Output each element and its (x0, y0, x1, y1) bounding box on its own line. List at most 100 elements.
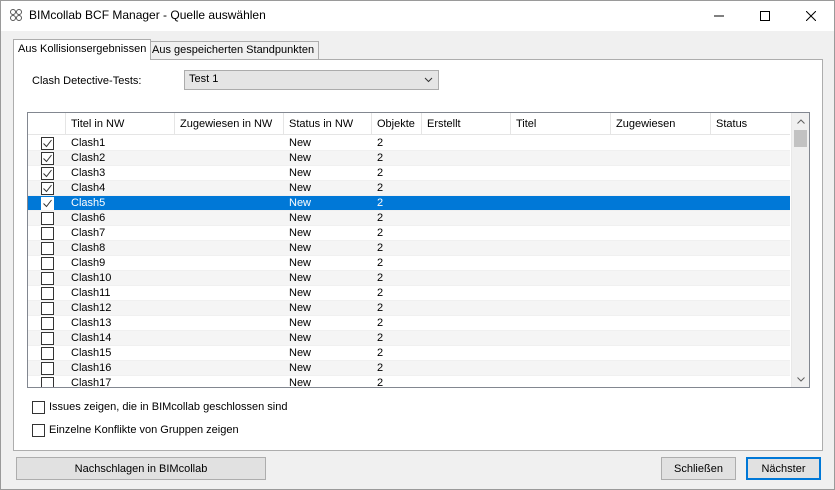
column-header-created[interactable]: Erstellt (422, 113, 511, 135)
cell-assigned-nw (176, 286, 284, 301)
cell-status-nw: New (289, 302, 312, 314)
cell-objects: 2 (377, 257, 384, 269)
cell-assigned-nw (176, 226, 284, 241)
cell-title-nw: Clash7 (71, 227, 106, 239)
vertical-scrollbar[interactable] (791, 113, 809, 387)
column-header-status-nw[interactable]: Status in NW (284, 113, 372, 135)
cell-title-nw: Clash8 (71, 242, 106, 254)
checkmark-icon (43, 199, 52, 208)
table-row[interactable]: Clash9 New 2 (28, 256, 790, 271)
cell-title-nw: Clash6 (71, 212, 106, 224)
cell-status-nw: New (289, 272, 312, 284)
table-row[interactable]: Clash5 New 2 (28, 196, 790, 211)
row-checkbox[interactable] (41, 227, 54, 240)
cell-status-nw: New (289, 137, 312, 149)
show-closed-issues-checkbox[interactable]: Issues zeigen, die in BIMcollab geschlos… (32, 400, 287, 414)
minimize-button[interactable] (696, 1, 742, 31)
cell-title-nw: Clash15 (71, 347, 112, 359)
scroll-down-button[interactable] (792, 371, 809, 387)
row-checkbox[interactable] (41, 287, 54, 300)
clash-grid: Titel in NW Zugewiesen in NW Status in N… (27, 112, 810, 388)
table-row[interactable]: Clash16 New 2 (28, 361, 790, 376)
row-checkbox[interactable] (41, 272, 54, 285)
table-row[interactable]: Clash10 New 2 (28, 271, 790, 286)
row-checkbox[interactable] (41, 137, 54, 150)
cell-status-nw: New (289, 242, 312, 254)
column-header-assigned[interactable]: Zugewiesen (611, 113, 711, 135)
row-checkbox[interactable] (41, 317, 54, 330)
close-icon (806, 11, 816, 21)
checkbox-box (32, 423, 45, 437)
column-header-objects[interactable]: Objekte (372, 113, 422, 135)
column-header-status[interactable]: Status (711, 113, 790, 135)
close-window-button[interactable] (788, 1, 834, 31)
table-row[interactable]: Clash11 New 2 (28, 286, 790, 301)
cell-status-nw: New (289, 332, 312, 344)
cell-title-nw: Clash12 (71, 302, 112, 314)
cell-status-nw: New (289, 257, 312, 269)
scroll-up-button[interactable] (792, 113, 809, 129)
table-row[interactable]: Clash17 New 2 (28, 376, 790, 388)
table-row[interactable]: Clash13 New 2 (28, 316, 790, 331)
table-row[interactable]: Clash3 New 2 (28, 166, 790, 181)
row-checkbox[interactable] (41, 302, 54, 315)
cell-status-nw: New (289, 152, 312, 164)
row-checkbox[interactable] (41, 332, 54, 345)
row-checkbox[interactable] (41, 347, 54, 360)
cell-assigned-nw (176, 211, 284, 226)
row-checkbox[interactable] (41, 167, 54, 180)
maximize-button[interactable] (742, 1, 788, 31)
row-checkbox[interactable] (41, 182, 54, 195)
table-row[interactable]: Clash8 New 2 (28, 241, 790, 256)
row-checkbox[interactable] (41, 197, 54, 210)
cell-objects: 2 (377, 272, 384, 284)
clash-tests-label: Clash Detective-Tests: (32, 75, 142, 87)
cell-assigned-nw (176, 301, 284, 316)
row-checkbox[interactable] (41, 212, 54, 225)
table-row[interactable]: Clash12 New 2 (28, 301, 790, 316)
close-button[interactable]: Schließen (661, 457, 736, 480)
cell-objects: 2 (377, 302, 384, 314)
tab-clash-results[interactable]: Aus Kollisionsergebnissen (13, 39, 152, 60)
column-header-title[interactable]: Titel (511, 113, 611, 135)
cell-assigned-nw (176, 376, 284, 387)
cell-title-nw: Clash4 (71, 182, 106, 194)
bimcollab-logo-icon (10, 9, 22, 21)
checkmark-icon (43, 139, 52, 148)
table-row[interactable]: Clash1 New 2 (28, 136, 790, 151)
cell-objects: 2 (377, 242, 384, 254)
show-closed-issues-label: Issues zeigen, die in BIMcollab geschlos… (49, 401, 288, 413)
column-header-assigned-nw[interactable]: Zugewiesen in NW (175, 113, 284, 135)
column-header-title-nw[interactable]: Titel in NW (66, 113, 175, 135)
column-header-check[interactable] (28, 113, 66, 135)
table-row[interactable]: Clash4 New 2 (28, 181, 790, 196)
table-row[interactable]: Clash14 New 2 (28, 331, 790, 346)
row-checkbox[interactable] (41, 152, 54, 165)
clash-tests-dropdown[interactable]: Test 1 (184, 70, 439, 90)
cell-title-nw: Clash10 (71, 272, 112, 284)
row-checkbox[interactable] (41, 257, 54, 270)
scrollbar-thumb[interactable] (794, 130, 807, 147)
tab-saved-viewpoints[interactable]: Aus gespeicherten Standpunkten (148, 41, 320, 60)
row-checkbox[interactable] (41, 377, 54, 387)
cell-status-nw: New (289, 212, 312, 224)
cell-title-nw: Clash17 (71, 377, 112, 388)
lookup-bimcollab-button[interactable]: Nachschlagen in BIMcollab (16, 457, 266, 480)
row-checkbox[interactable] (41, 362, 54, 375)
table-row[interactable]: Clash15 New 2 (28, 346, 790, 361)
cell-assigned-nw (176, 256, 284, 271)
show-individual-conflicts-checkbox[interactable]: Einzelne Konflikte von Gruppen zeigen (32, 423, 239, 437)
checkmark-icon (43, 154, 52, 163)
grid-header: Titel in NW Zugewiesen in NW Status in N… (28, 113, 790, 135)
table-row[interactable]: Clash6 New 2 (28, 211, 790, 226)
table-row[interactable]: Clash7 New 2 (28, 226, 790, 241)
cell-objects: 2 (377, 152, 384, 164)
title-bar: BIMcollab BCF Manager - Quelle auswählen (1, 1, 834, 31)
row-checkbox[interactable] (41, 242, 54, 255)
next-button[interactable]: Nächster (746, 457, 821, 480)
table-row[interactable]: Clash2 New 2 (28, 151, 790, 166)
cell-title-nw: Clash1 (71, 137, 106, 149)
chevron-up-icon (797, 118, 805, 124)
cell-title-nw: Clash14 (71, 332, 112, 344)
cell-status-nw: New (289, 347, 312, 359)
